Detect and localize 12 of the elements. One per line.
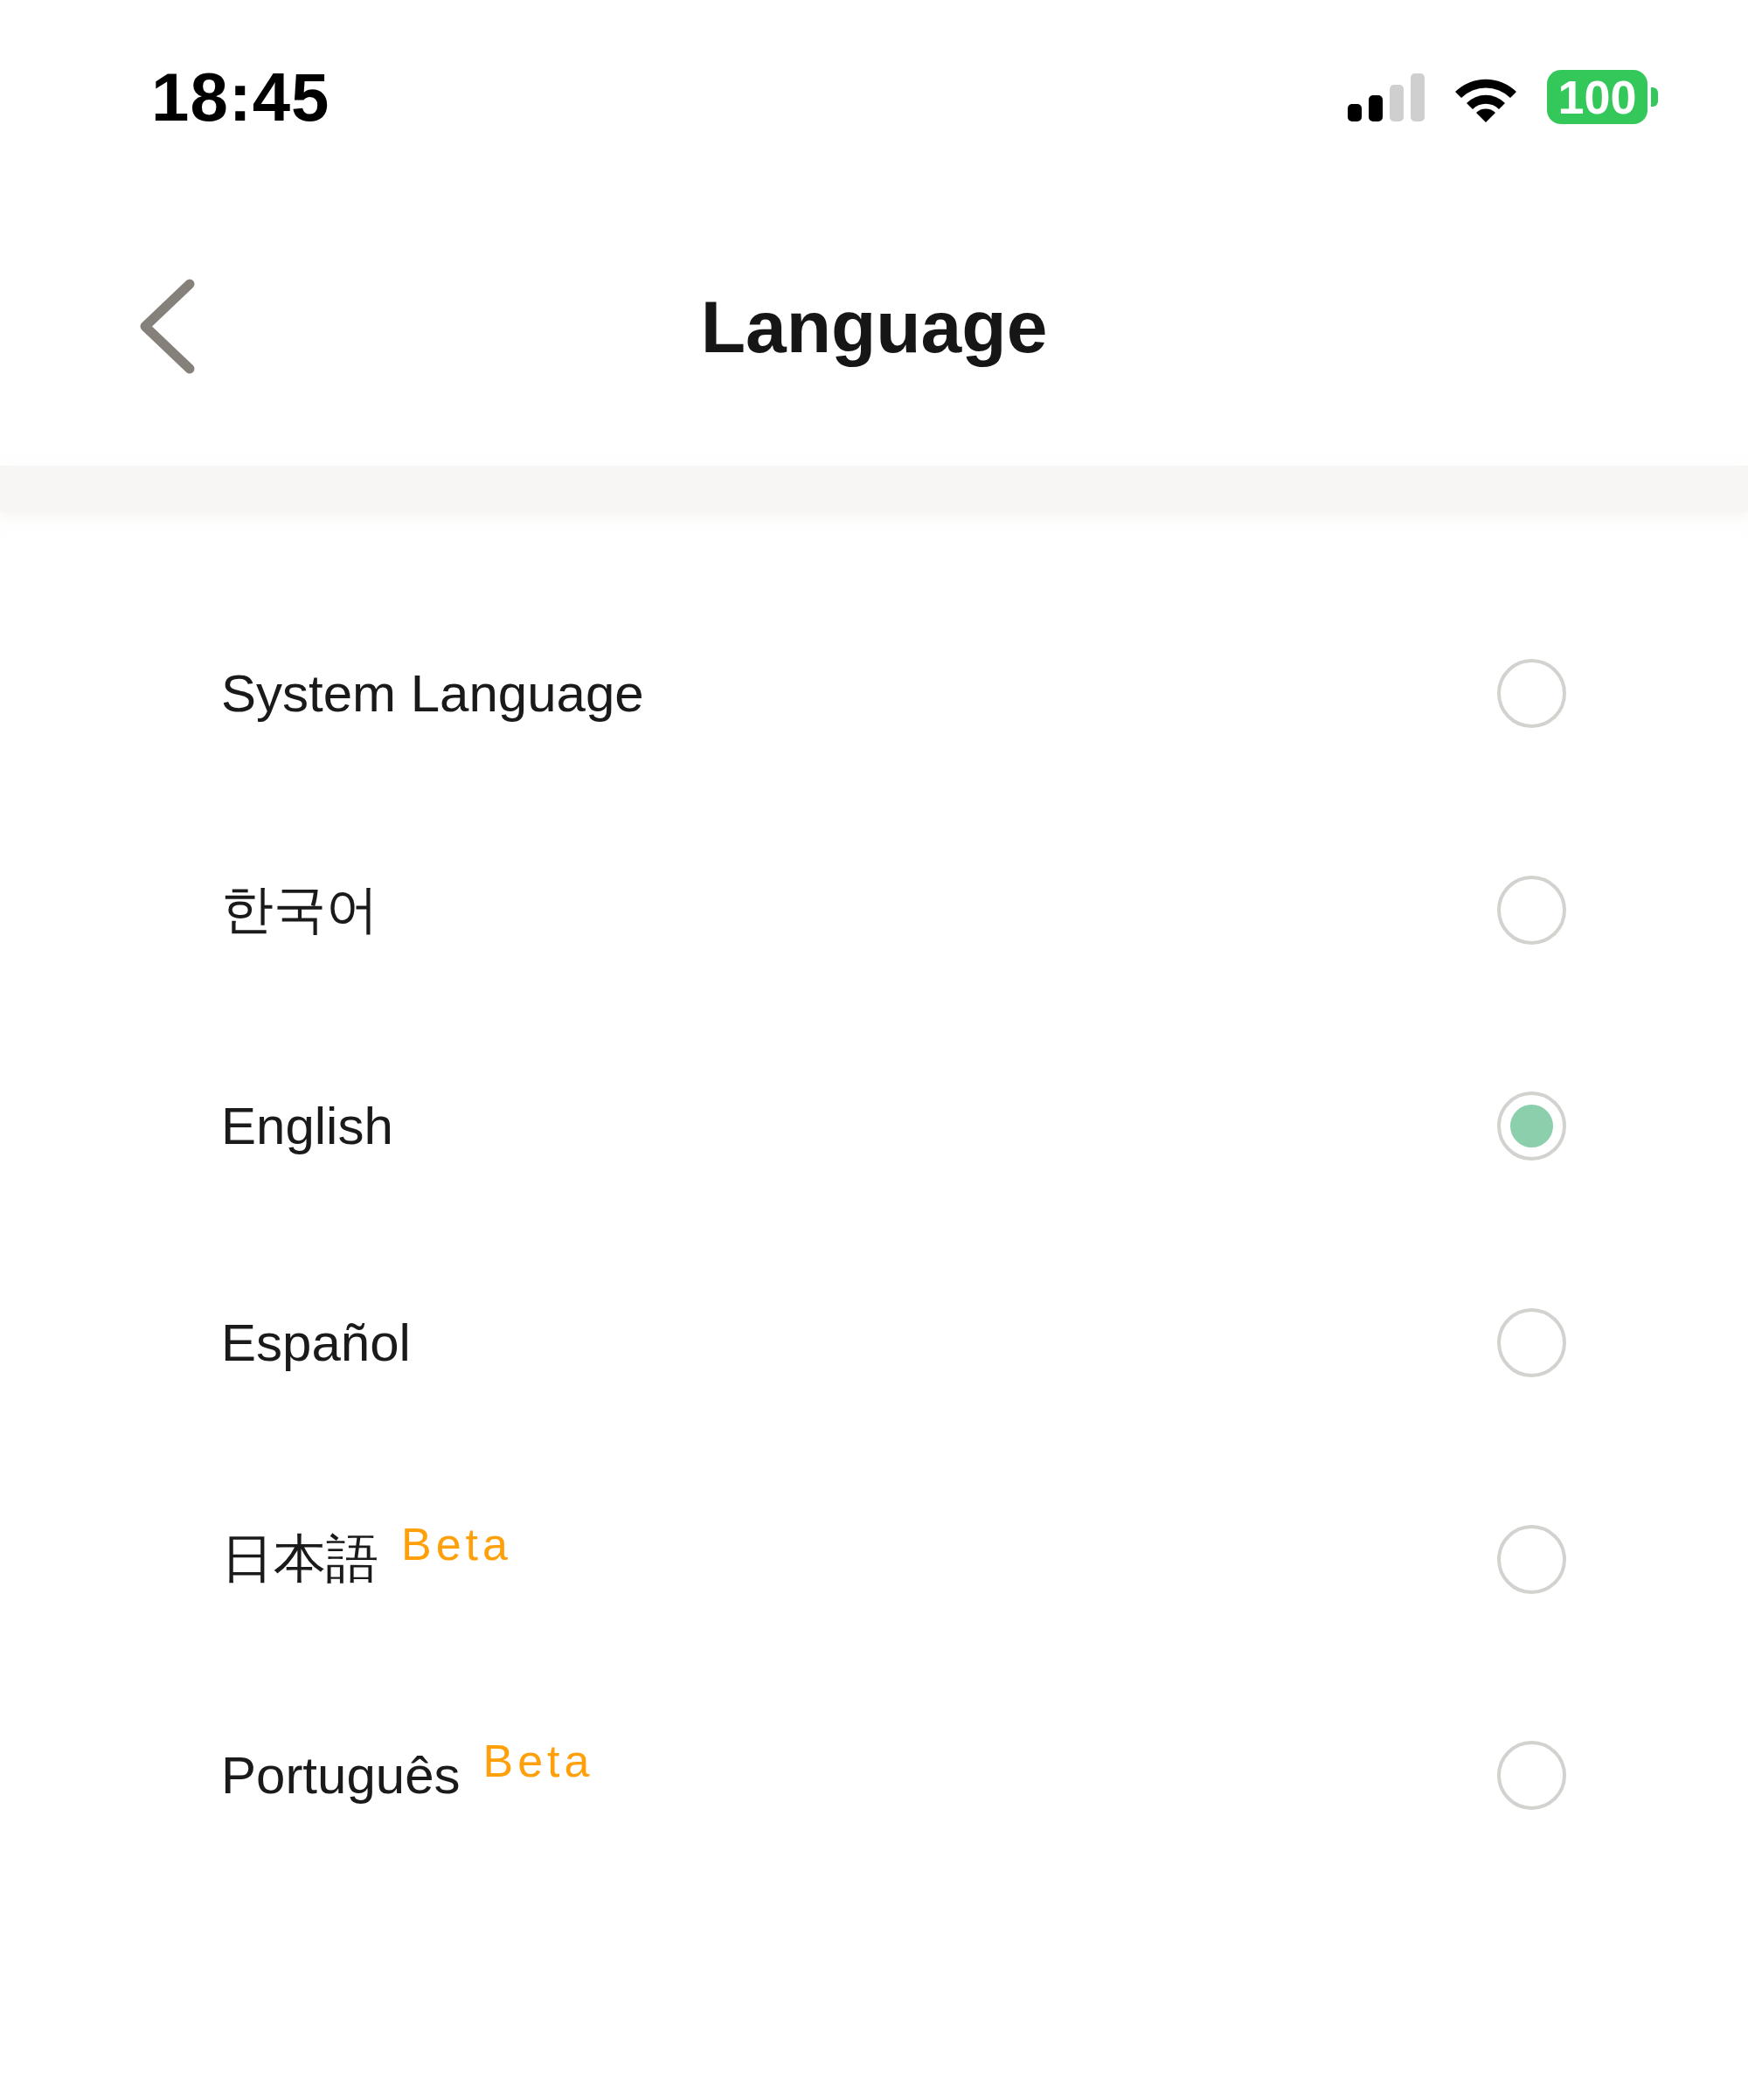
signal-icon	[1348, 73, 1425, 121]
status-time: 18:45	[151, 57, 330, 137]
language-label[interactable]: System Language	[221, 661, 644, 726]
battery-indicator: 100	[1547, 70, 1658, 124]
language-label[interactable]: 한국어	[221, 877, 378, 943]
beta-label: Beta	[401, 1520, 512, 1570]
page-title: Language	[700, 285, 1048, 370]
language-label[interactable]: English	[221, 1094, 393, 1159]
language-label[interactable]: Español	[221, 1310, 411, 1376]
beta-label: Beta	[482, 1736, 594, 1785]
language-label[interactable]: 日本語	[221, 1527, 378, 1592]
language-label[interactable]: Português	[221, 1743, 461, 1808]
